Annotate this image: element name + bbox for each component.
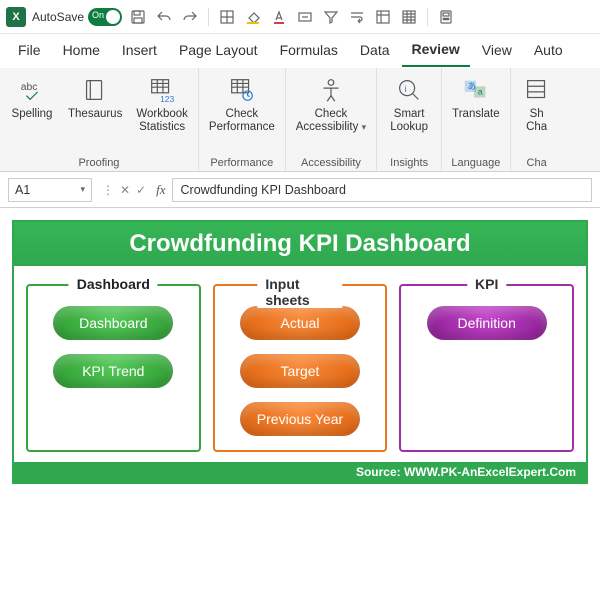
tab-data[interactable]: Data [350,36,400,66]
calculator-icon[interactable] [436,7,456,27]
dashboard-footer: Source: WWW.PK-AnExcelExpert.Com [14,462,586,482]
dashboard-container: Crowdfunding KPI Dashboard Dashboard Das… [12,220,588,484]
fx-icon[interactable]: fx [150,182,171,198]
group-label-changes: Cha [515,155,559,169]
autosave-toggle[interactable]: AutoSave On [32,8,122,26]
translate-button[interactable]: あa Translate [446,72,506,123]
formula-input[interactable]: Crowdfunding KPI Dashboard [172,178,592,202]
show-changes-button[interactable]: ShCha [515,72,559,136]
check-accessibility-button[interactable]: CheckAccessibility ▾ [290,72,372,136]
ribbon-tabs: File Home Insert Page Layout Formulas Da… [0,34,600,68]
tab-home[interactable]: Home [53,36,110,66]
check-performance-button[interactable]: CheckPerformance [203,72,281,136]
nav-button-dashboard[interactable]: Dashboard [53,306,173,340]
group-proofing: abc Spelling Thesaurus 123 WorkbookStati… [0,68,199,171]
undo-icon[interactable] [154,7,174,27]
chevron-down-icon: ▾ [362,122,367,132]
filter-icon[interactable] [321,7,341,27]
tab-formulas[interactable]: Formulas [270,36,348,66]
autosave-label: AutoSave [32,10,84,24]
separator [427,8,428,26]
formula-options-icon[interactable]: ⋮ [102,183,114,197]
cell-reference: A1 [15,183,30,197]
group-performance: CheckPerformance Performance [199,68,286,171]
tab-review[interactable]: Review [402,35,470,67]
accessibility-icon [315,74,347,106]
svg-text:i: i [404,84,406,94]
separator [208,8,209,26]
thesaurus-button[interactable]: Thesaurus [62,72,128,123]
wrap-text-icon[interactable] [347,7,367,27]
group-label-insights: Insights [381,155,437,169]
translate-icon: あa [460,74,492,106]
group-label-language: Language [446,155,506,169]
tab-view[interactable]: View [472,36,522,66]
show-changes-icon [521,74,553,106]
toggle-switch-icon: On [88,8,122,26]
chevron-down-icon: ▾ [80,184,85,195]
tab-page-layout[interactable]: Page Layout [169,36,268,66]
group-accessibility: CheckAccessibility ▾ Accessibility [286,68,377,171]
svg-text:abc: abc [21,82,38,93]
workbook-statistics-icon: 123 [146,74,178,106]
tab-file[interactable]: File [8,36,51,66]
formula-buttons: ⋮ ✕ ✓ [98,183,150,197]
group-changes: ShCha Cha [511,68,563,171]
card-dashboard-title: Dashboard [69,276,158,292]
smart-lookup-button[interactable]: i SmartLookup [381,72,437,136]
nav-button-target[interactable]: Target [240,354,360,388]
title-bar: X AutoSave On [0,0,600,34]
redo-icon[interactable] [180,7,200,27]
fill-color-icon[interactable] [243,7,263,27]
spelling-button[interactable]: abc Spelling [4,72,60,123]
group-language: あa Translate Language [442,68,511,171]
group-insights: i SmartLookup Insights [377,68,442,171]
tab-insert[interactable]: Insert [112,36,167,66]
freeze-panes-icon[interactable] [373,7,393,27]
formula-bar: A1 ▾ ⋮ ✕ ✓ fx Crowdfunding KPI Dashboard [0,172,600,208]
group-label-accessibility: Accessibility [290,155,372,169]
font-color-icon[interactable] [269,7,289,27]
borders-icon[interactable] [217,7,237,27]
card-input-sheets: Input sheets Actual Target Previous Year [213,284,388,452]
worksheet-area[interactable]: Crowdfunding KPI Dashboard Dashboard Das… [0,208,600,496]
card-kpi-title: KPI [467,276,506,292]
save-icon[interactable] [128,7,148,27]
thesaurus-icon [79,74,111,106]
excel-app-icon: X [6,7,26,27]
enter-formula-icon[interactable]: ✓ [136,183,146,197]
dashboard-title: Crowdfunding KPI Dashboard [129,230,470,258]
format-table-icon[interactable] [399,7,419,27]
dashboard-body: Dashboard Dashboard KPI Trend Input shee… [14,266,586,462]
card-kpi: KPI Definition [399,284,574,452]
nav-button-kpi-trend[interactable]: KPI Trend [53,354,173,388]
cancel-formula-icon[interactable]: ✕ [120,183,130,197]
ribbon: abc Spelling Thesaurus 123 WorkbookStati… [0,68,600,172]
workbook-statistics-button[interactable]: 123 WorkbookStatistics [130,72,194,136]
name-box[interactable]: A1 ▾ [8,178,92,202]
card-input-title: Input sheets [257,276,342,308]
card-dashboard: Dashboard Dashboard KPI Trend [26,284,201,452]
tab-automate[interactable]: Auto [524,36,573,66]
smart-lookup-icon: i [393,74,425,106]
nav-button-definition[interactable]: Definition [427,306,547,340]
svg-text:123: 123 [160,94,174,104]
group-label-proofing: Proofing [4,155,194,169]
nav-button-previous-year[interactable]: Previous Year [240,402,360,436]
check-performance-icon [226,74,258,106]
group-label-performance: Performance [203,155,281,169]
dashboard-title-bar: Crowdfunding KPI Dashboard [14,222,586,266]
nav-button-actual[interactable]: Actual [240,306,360,340]
spelling-icon: abc [16,74,48,106]
merge-icon[interactable] [295,7,315,27]
svg-text:a: a [478,87,483,97]
